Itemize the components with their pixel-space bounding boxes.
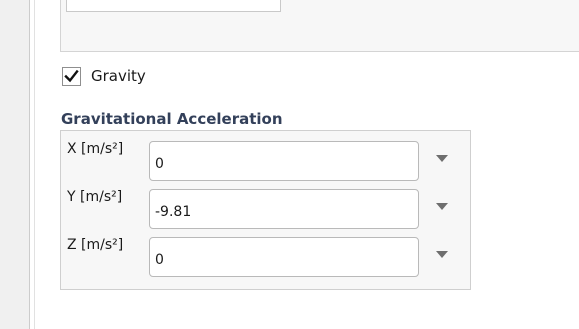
x-acceleration-row: X [m/s²] 0 xyxy=(61,131,472,181)
z-acceleration-dropdown[interactable] xyxy=(435,249,449,259)
checkmark-icon xyxy=(64,69,79,82)
panel-divider xyxy=(34,0,35,329)
gravitational-acceleration-group: X [m/s²] 0 Y [m/s²] -9.81 Z [m/s²] 0 xyxy=(60,130,471,290)
section-title: Gravitational Acceleration xyxy=(61,110,283,128)
x-acceleration-input[interactable]: 0 xyxy=(149,141,419,181)
z-acceleration-row: Z [m/s²] 0 xyxy=(61,227,472,277)
z-acceleration-input[interactable]: 0 xyxy=(149,237,419,277)
y-acceleration-dropdown[interactable] xyxy=(435,201,449,211)
z-acceleration-label: Z [m/s²] xyxy=(67,237,124,253)
caret-down-icon xyxy=(436,154,448,162)
y-acceleration-input[interactable]: -9.81 xyxy=(149,189,419,229)
caret-down-icon xyxy=(436,250,448,258)
gravity-checkbox-row[interactable]: Gravity xyxy=(62,65,146,87)
y-acceleration-label: Y [m/s²] xyxy=(67,189,123,205)
x-acceleration-dropdown[interactable] xyxy=(435,153,449,163)
gravity-settings-panel: Gravity Gravitational Acceleration X [m/… xyxy=(0,0,579,329)
gravity-label: Gravity xyxy=(91,67,146,85)
gravity-checkbox[interactable] xyxy=(62,66,81,86)
caret-down-icon xyxy=(436,202,448,210)
previous-field-bottom[interactable] xyxy=(66,0,281,12)
left-sidebar-strip xyxy=(0,0,30,329)
y-acceleration-row: Y [m/s²] -9.81 xyxy=(61,179,472,229)
x-acceleration-label: X [m/s²] xyxy=(67,141,124,157)
